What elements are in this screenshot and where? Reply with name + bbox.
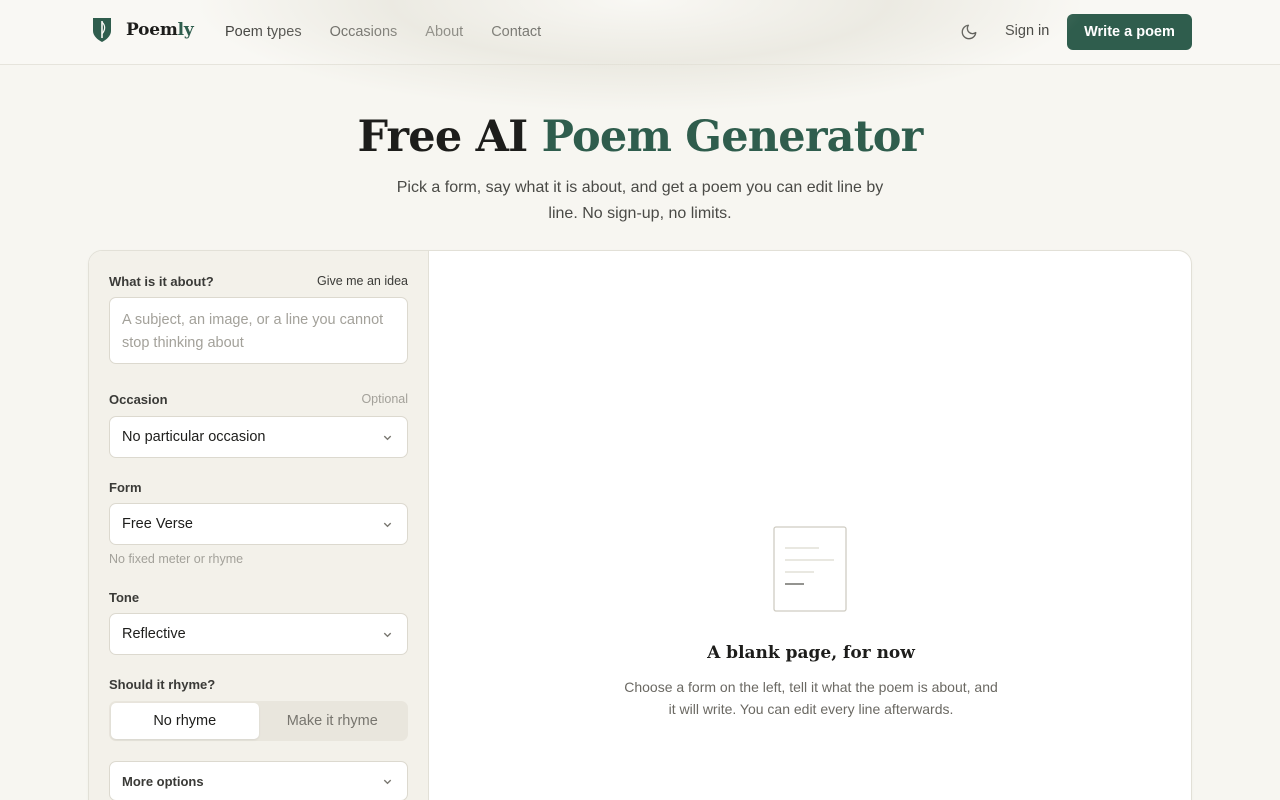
occasion-select[interactable]: No particular occasion bbox=[109, 416, 408, 458]
chevron-down-icon bbox=[383, 522, 392, 528]
form-hint: No fixed meter or rhyme bbox=[109, 552, 244, 566]
tone-select[interactable]: Reflective bbox=[109, 613, 408, 655]
occasion-value: No particular occasion bbox=[122, 429, 266, 445]
about-input[interactable]: A subject, an image, or a line you canno… bbox=[109, 297, 408, 364]
form-value: Free Verse bbox=[122, 516, 193, 532]
quill-logo-icon bbox=[93, 18, 111, 42]
tone-value: Reflective bbox=[122, 626, 186, 642]
nav-poem-types[interactable]: Poem types bbox=[225, 24, 302, 40]
chevron-down-icon bbox=[383, 779, 392, 785]
sign-in-link[interactable]: Sign in bbox=[1005, 23, 1049, 39]
blank-page-icon bbox=[773, 526, 847, 612]
theme-toggle-button[interactable] bbox=[957, 20, 981, 44]
chevron-down-icon bbox=[383, 632, 392, 638]
tone-label: Tone bbox=[109, 590, 140, 605]
rhyme-toggle: No rhyme Make it rhyme bbox=[109, 701, 408, 741]
site-header: Poemly Poem types Occasions About Contac… bbox=[0, 0, 1280, 65]
form-select[interactable]: Free Verse bbox=[109, 503, 408, 545]
moon-icon bbox=[961, 24, 977, 40]
logo[interactable]: Poemly bbox=[92, 17, 194, 43]
more-options-label: More options bbox=[122, 773, 204, 789]
options-panel: What is it about? Give me an idea A subj… bbox=[89, 251, 429, 800]
more-options-toggle[interactable]: More options bbox=[109, 761, 408, 800]
write-poem-button[interactable]: Write a poem bbox=[1067, 14, 1192, 50]
page-title: Free AI Poem Generator bbox=[357, 112, 923, 162]
form-label: Form bbox=[109, 480, 142, 495]
no-rhyme-option[interactable]: No rhyme bbox=[111, 703, 259, 739]
give-idea-link[interactable]: Give me an idea bbox=[317, 274, 408, 288]
about-label: What is it about? bbox=[109, 274, 214, 289]
rhyme-label: Should it rhyme? bbox=[109, 677, 216, 692]
occasion-label: Occasion bbox=[109, 392, 168, 407]
generator-card: What is it about? Give me an idea A subj… bbox=[88, 250, 1192, 800]
nav-contact[interactable]: Contact bbox=[491, 24, 541, 40]
page-subtitle: Pick a form, say what it is about, and g… bbox=[396, 179, 884, 222]
nav-occasions[interactable]: Occasions bbox=[330, 24, 398, 40]
logo-text: Poemly bbox=[126, 20, 194, 40]
chevron-down-icon bbox=[383, 435, 392, 441]
empty-state-text: Choose a form on the left, tell it what … bbox=[624, 679, 998, 717]
empty-state-title: A blank page, for now bbox=[707, 643, 915, 663]
make-rhyme-option[interactable]: Make it rhyme bbox=[259, 703, 407, 739]
main-nav: Poem types Occasions About Contact bbox=[225, 0, 569, 64]
nav-about[interactable]: About bbox=[425, 24, 463, 40]
occasion-optional-label: Optional bbox=[361, 392, 408, 406]
